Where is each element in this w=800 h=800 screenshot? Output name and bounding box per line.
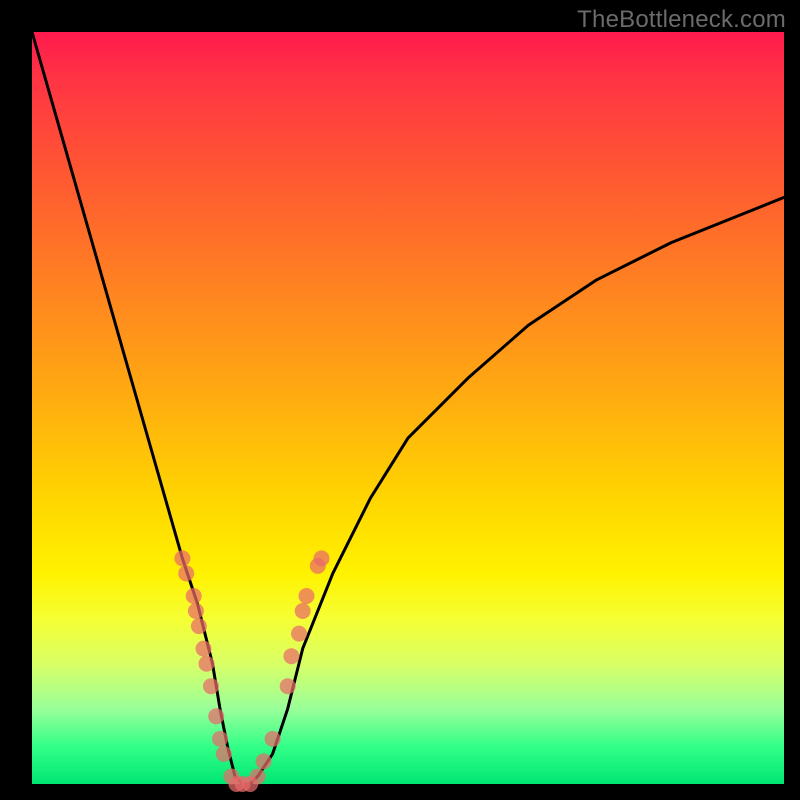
data-point <box>191 618 207 634</box>
chart-frame: TheBottleneck.com <box>0 0 800 800</box>
data-point <box>196 641 212 657</box>
data-point <box>199 656 215 672</box>
data-point <box>174 550 190 566</box>
data-point <box>291 626 307 642</box>
data-point <box>178 565 194 581</box>
data-point <box>314 550 330 566</box>
data-point <box>208 708 224 724</box>
data-point <box>188 603 204 619</box>
data-point <box>299 588 315 604</box>
bottleneck-curve <box>32 32 784 784</box>
data-point <box>250 769 266 785</box>
data-point <box>216 746 232 762</box>
data-point <box>283 648 299 664</box>
data-point <box>186 588 202 604</box>
data-point <box>265 731 281 747</box>
watermark-label: TheBottleneck.com <box>577 6 786 34</box>
chart-svg <box>0 0 800 800</box>
data-point <box>256 753 272 769</box>
data-point <box>212 731 228 747</box>
data-point <box>280 678 296 694</box>
data-point <box>203 678 219 694</box>
data-point <box>295 603 311 619</box>
